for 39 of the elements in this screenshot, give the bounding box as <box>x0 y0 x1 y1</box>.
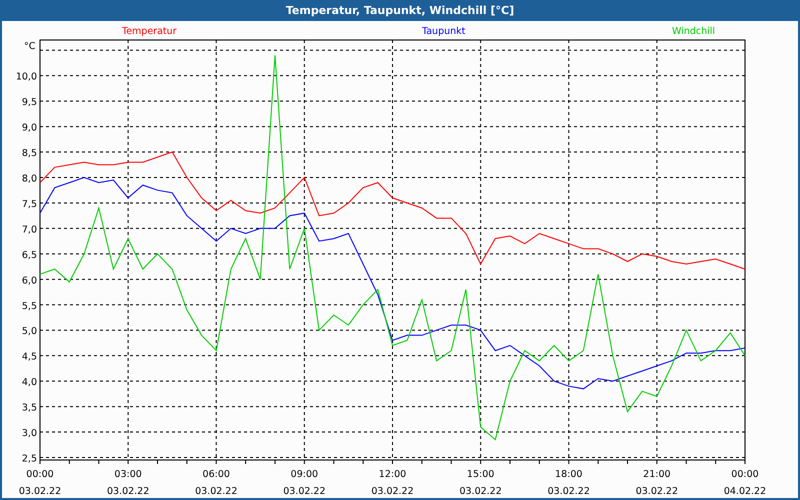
y-tick-label: 2,5 <box>22 454 37 464</box>
x-tick-label: 15:00 <box>466 469 494 480</box>
y-tick-label: 4,5 <box>22 352 37 363</box>
x-date-label: 03.02.22 <box>636 486 678 497</box>
y-tick-label: 5,5 <box>22 300 37 312</box>
x-tick-label: 18:00 <box>555 469 582 480</box>
y-axis-unit: °C <box>24 41 36 52</box>
x-tick-label: 21:00 <box>643 469 671 480</box>
y-tick-label: 7,0 <box>22 224 37 236</box>
x-date-label: 03.02.22 <box>18 486 62 497</box>
y-tick-label: 8,0 <box>22 174 37 184</box>
x-date-label: 03.02.22 <box>548 486 590 497</box>
y-tick-label: 3,5 <box>22 402 37 414</box>
legend-label: Temperatur <box>122 26 177 37</box>
y-tick-label: 10,0 <box>16 72 37 83</box>
x-date-label: 03.02.22 <box>459 486 502 497</box>
y-tick-label: 8,5 <box>22 148 37 160</box>
x-tick-label: 00:00 <box>731 469 759 480</box>
x-date-label: 03.02.22 <box>106 486 150 497</box>
x-date-label: 03.02.22 <box>195 486 238 497</box>
window-title: Temperatur, Taupunkt, Windchill [°C] <box>286 4 514 17</box>
y-tick-label: 4,0 <box>22 377 37 388</box>
x-date-label: 03.02.22 <box>283 486 326 497</box>
legend-label: Taupunkt <box>422 26 466 37</box>
x-tick-label: 00:00 <box>26 469 54 480</box>
x-tick-label: 03:00 <box>114 469 142 480</box>
x-tick-label: 06:00 <box>202 469 230 480</box>
x-date-label: 03.02.22 <box>371 486 414 497</box>
y-tick-label: 3,0 <box>22 428 37 440</box>
y-tick-label: 7,5 <box>22 198 37 210</box>
y-tick-label: 6,5 <box>22 250 37 261</box>
legend-label: Windchill <box>672 26 716 37</box>
y-tick-label: 9,5 <box>22 97 37 108</box>
x-tick-label: 09:00 <box>290 469 318 480</box>
y-tick-label: 6,0 <box>22 275 37 286</box>
x-tick-label: 12:00 <box>378 469 406 480</box>
y-tick-label: 9,0 <box>22 122 37 134</box>
y-tick-label: 5,0 <box>22 326 37 338</box>
x-date-label: 04.02.22 <box>724 486 766 497</box>
